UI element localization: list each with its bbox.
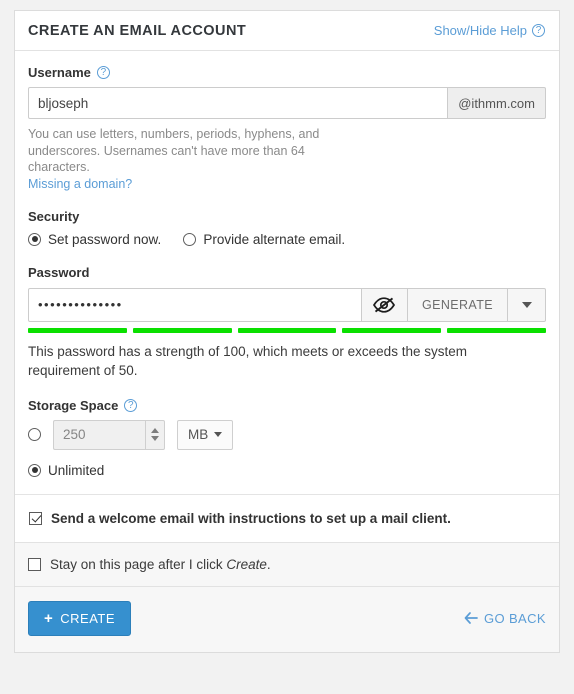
- username-label: Username: [28, 65, 91, 80]
- password-label: Password: [28, 264, 90, 280]
- missing-domain-link[interactable]: Missing a domain?: [28, 177, 132, 191]
- panel-header: CREATE AN EMAIL ACCOUNT Show/Hide Help ?: [15, 11, 559, 51]
- domain-addon: @ithmm.com: [448, 87, 546, 119]
- radio-indicator[interactable]: [28, 463, 41, 477]
- arrow-left-icon: [464, 612, 478, 624]
- stay-label-emphasis: Create: [226, 556, 267, 572]
- radio-storage-quota[interactable]: [28, 428, 41, 441]
- strength-segment: [28, 327, 127, 333]
- password-input[interactable]: [28, 287, 362, 322]
- radio-indicator[interactable]: [183, 232, 197, 246]
- welcome-email-label: Send a welcome email with instructions t…: [51, 510, 451, 526]
- welcome-email-checkbox[interactable]: [29, 511, 42, 525]
- password-strength-bar: [28, 327, 546, 333]
- strength-segment: [132, 327, 232, 333]
- storage-label: Storage Space: [28, 397, 119, 413]
- show-hide-help-label: Show/Hide Help: [433, 23, 527, 38]
- spinner-up-icon[interactable]: [151, 428, 159, 433]
- password-strength-text: This password has a strength of 100, whi…: [28, 343, 467, 378]
- radio-label: Unlimited: [48, 462, 105, 478]
- strength-segment: [342, 327, 442, 333]
- question-circle-icon[interactable]: ?: [96, 66, 110, 79]
- storage-unit-value: MB: [188, 427, 209, 442]
- username-label-row: Username ?: [28, 65, 546, 80]
- password-input-group: GENERATE: [28, 287, 546, 322]
- chevron-down-icon: [214, 432, 223, 437]
- strength-segment: [447, 327, 546, 333]
- stay-on-page-label: Stay on this page after I click Create.: [50, 557, 271, 572]
- radio-label: Set password now.: [48, 231, 162, 247]
- stay-on-page-strip: Stay on this page after I click Create.: [15, 541, 559, 586]
- radio-indicator[interactable]: [28, 232, 41, 246]
- stay-on-page-checkbox-row[interactable]: Stay on this page after I click Create.: [28, 557, 546, 572]
- panel-actions: + CREATE GO BACK: [15, 585, 559, 652]
- storage-quota-spinner[interactable]: [145, 419, 165, 450]
- go-back-link[interactable]: GO BACK: [464, 611, 546, 626]
- welcome-email-checkbox-row[interactable]: Send a welcome email with instructions t…: [28, 495, 546, 542]
- create-email-account-panel: CREATE AN EMAIL ACCOUNT Show/Hide Help ?…: [14, 10, 560, 653]
- storage-unit-select[interactable]: MB: [177, 419, 234, 450]
- stay-label-prefix: Stay on this page after I click: [50, 556, 227, 572]
- radio-set-password-now[interactable]: Set password now.: [28, 232, 161, 247]
- username-help-text: You can use letters, numbers, periods, h…: [28, 127, 320, 174]
- stay-on-page-checkbox[interactable]: [28, 557, 41, 571]
- storage-quota-input[interactable]: 250: [53, 419, 145, 450]
- storage-label-row: Storage Space ?: [28, 398, 546, 413]
- radio-label: Provide alternate email.: [203, 231, 346, 247]
- password-options-dropdown[interactable]: [508, 287, 546, 322]
- question-circle-icon[interactable]: ?: [124, 398, 138, 412]
- radio-provide-alternate-email[interactable]: Provide alternate email.: [183, 232, 345, 247]
- page-title: CREATE AN EMAIL ACCOUNT: [28, 22, 247, 39]
- plus-icon: +: [44, 609, 54, 627]
- username-input[interactable]: [28, 87, 449, 119]
- radio-storage-unlimited[interactable]: Unlimited: [28, 463, 546, 478]
- show-hide-help-link[interactable]: Show/Hide Help ?: [434, 23, 545, 38]
- panel-body: Username ? @ithmm.com You can use letter…: [15, 51, 559, 542]
- storage-quota-row: 250 MB: [28, 419, 546, 450]
- storage-quota-stepper: 250: [53, 419, 165, 450]
- create-button-label: CREATE: [60, 610, 116, 626]
- stay-label-suffix: .: [266, 556, 271, 572]
- security-radio-group: Set password now. Provide alternate emai…: [28, 232, 546, 247]
- username-input-group: @ithmm.com: [28, 87, 546, 119]
- strength-segment: [237, 327, 337, 333]
- security-section-label: Security: [28, 208, 80, 224]
- question-circle-icon[interactable]: ?: [532, 24, 545, 37]
- spinner-down-icon[interactable]: [151, 436, 159, 441]
- create-button[interactable]: + CREATE: [28, 600, 132, 636]
- generate-password-button[interactable]: GENERATE: [407, 287, 508, 322]
- chevron-down-icon: [521, 301, 532, 308]
- go-back-label: GO BACK: [483, 610, 546, 626]
- eye-slash-icon[interactable]: [361, 287, 408, 322]
